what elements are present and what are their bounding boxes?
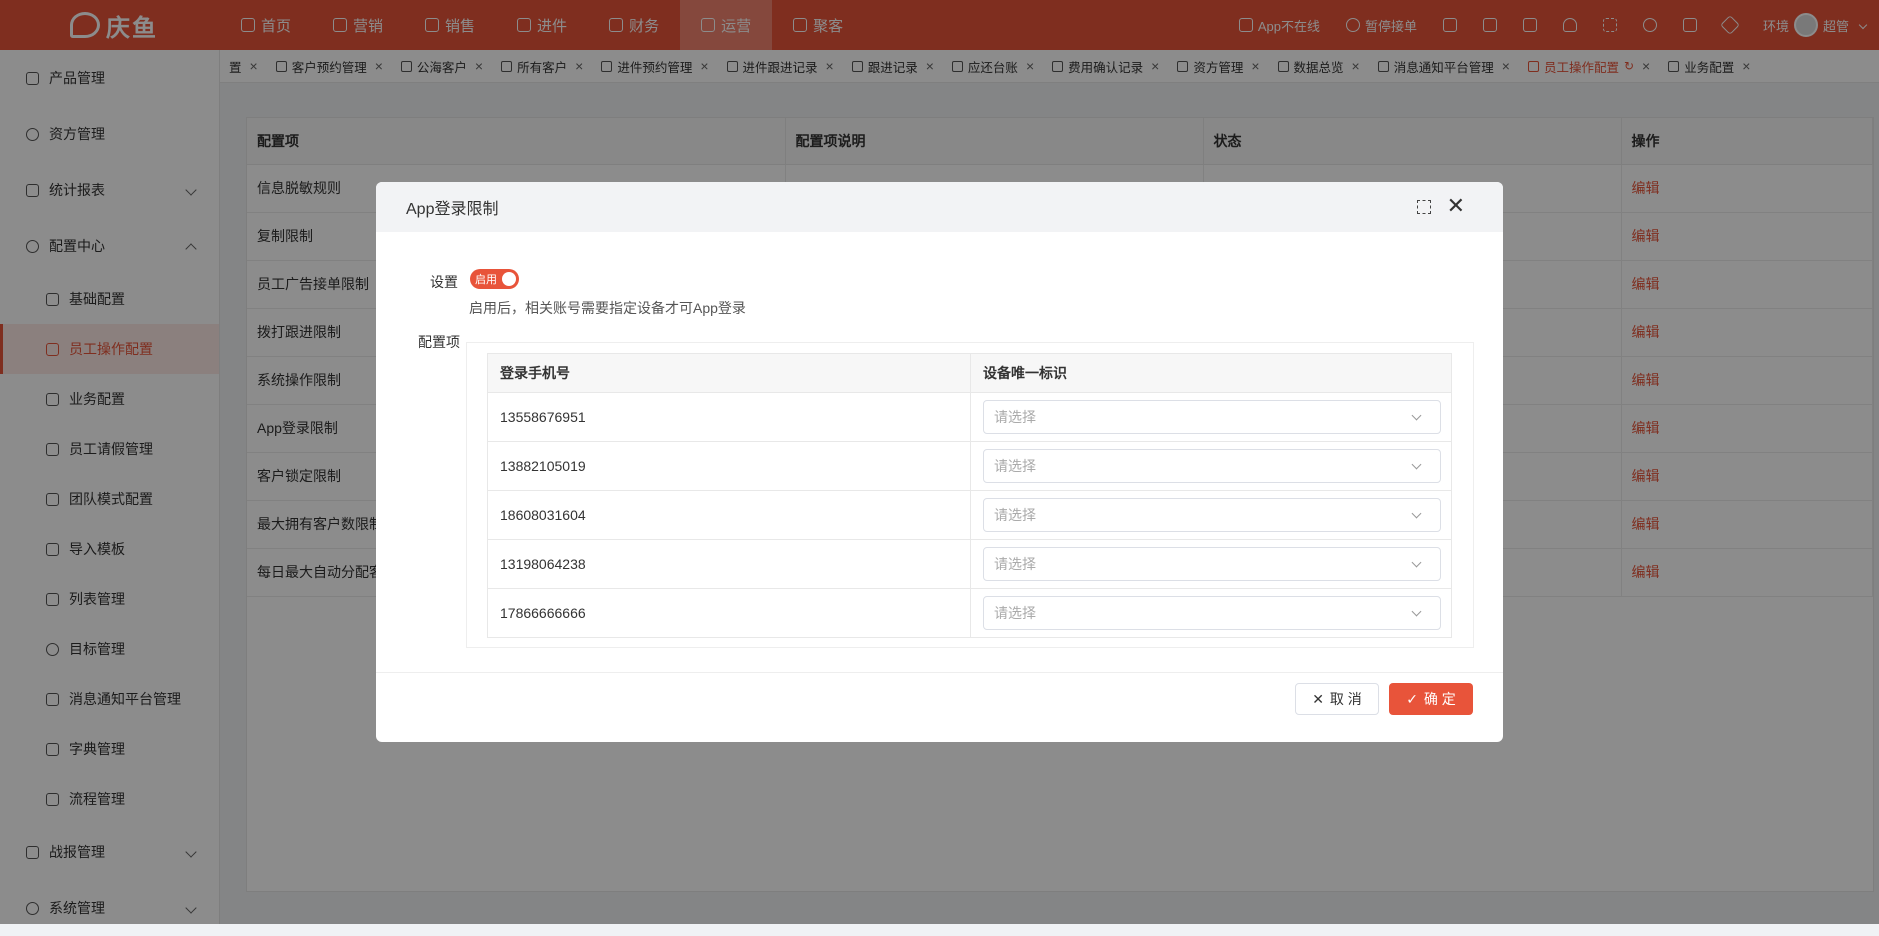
table-row: 18608031604 请选择 <box>487 490 1452 540</box>
chevron-down-icon <box>1411 410 1422 421</box>
chevron-down-icon <box>1411 606 1422 617</box>
fullscreen-icon[interactable] <box>1417 200 1431 214</box>
confirm-label: 确 定 <box>1423 691 1456 707</box>
switch-knob <box>502 272 516 286</box>
confirm-button[interactable]: ✓ 确 定 <box>1389 683 1473 715</box>
device-select[interactable]: 请选择 <box>983 498 1441 532</box>
select-placeholder: 请选择 <box>994 556 1036 572</box>
chevron-down-icon <box>1411 459 1422 470</box>
device-table: 登录手机号 设备唯一标识 13558676951 请选择 13882105019 请选… <box>487 353 1452 638</box>
app-login-limit-dialog: App登录限制 ✕ 设置 启用 启用后，相关账号需要指定设备才可App登录 配置… <box>376 182 1503 742</box>
device-cell: 请选择 <box>970 441 1452 491</box>
enable-switch[interactable]: 启用 <box>470 269 519 289</box>
chevron-down-icon <box>1411 557 1422 568</box>
close-icon: ✕ <box>1312 690 1324 707</box>
table-row: 17866666666 请选择 <box>487 588 1452 638</box>
device-select[interactable]: 请选择 <box>983 400 1441 434</box>
cancel-label: 取 消 <box>1329 691 1362 707</box>
check-icon: ✓ <box>1406 690 1418 707</box>
dialog-footer: ✕ 取 消 ✓ 确 定 <box>376 672 1503 742</box>
col-header-device: 设备唯一标识 <box>970 353 1452 393</box>
dialog-body: 设置 启用 启用后，相关账号需要指定设备才可App登录 配置项 登录手机号 设备… <box>376 232 1503 672</box>
device-cell: 请选择 <box>970 392 1452 442</box>
chevron-down-icon <box>1411 508 1422 519</box>
device-cell: 请选择 <box>970 539 1452 589</box>
device-table-wrap: 登录手机号 设备唯一标识 13558676951 请选择 13882105019 请选… <box>466 342 1474 648</box>
phone-cell: 13198064238 <box>487 539 971 589</box>
device-cell: 请选择 <box>970 588 1452 638</box>
close-icon[interactable]: ✕ <box>1447 193 1465 219</box>
switch-label: 启用 <box>475 274 497 286</box>
dialog-title: App登录限制 <box>406 201 499 218</box>
dialog-header: App登录限制 ✕ <box>376 182 1503 232</box>
select-placeholder: 请选择 <box>994 458 1036 474</box>
phone-cell: 13558676951 <box>487 392 971 442</box>
table-row: 13882105019 请选择 <box>487 441 1452 491</box>
device-select[interactable]: 请选择 <box>983 596 1441 630</box>
select-placeholder: 请选择 <box>994 507 1036 523</box>
device-select[interactable]: 请选择 <box>983 547 1441 581</box>
select-placeholder: 请选择 <box>994 605 1036 621</box>
table-header-row: 登录手机号 设备唯一标识 <box>487 353 1452 393</box>
phone-cell: 17866666666 <box>487 588 971 638</box>
phone-cell: 13882105019 <box>487 441 971 491</box>
table-row: 13198064238 请选择 <box>487 539 1452 589</box>
cancel-button[interactable]: ✕ 取 消 <box>1295 683 1379 715</box>
select-placeholder: 请选择 <box>994 409 1036 425</box>
device-select[interactable]: 请选择 <box>983 449 1441 483</box>
switch-hint: 启用后，相关账号需要指定设备才可App登录 <box>469 300 746 316</box>
phone-cell: 18608031604 <box>487 490 971 540</box>
setting-label: 设置 <box>430 274 458 290</box>
col-header-phone: 登录手机号 <box>487 353 971 393</box>
config-label: 配置项 <box>418 334 460 350</box>
table-row: 13558676951 请选择 <box>487 392 1452 442</box>
device-cell: 请选择 <box>970 490 1452 540</box>
